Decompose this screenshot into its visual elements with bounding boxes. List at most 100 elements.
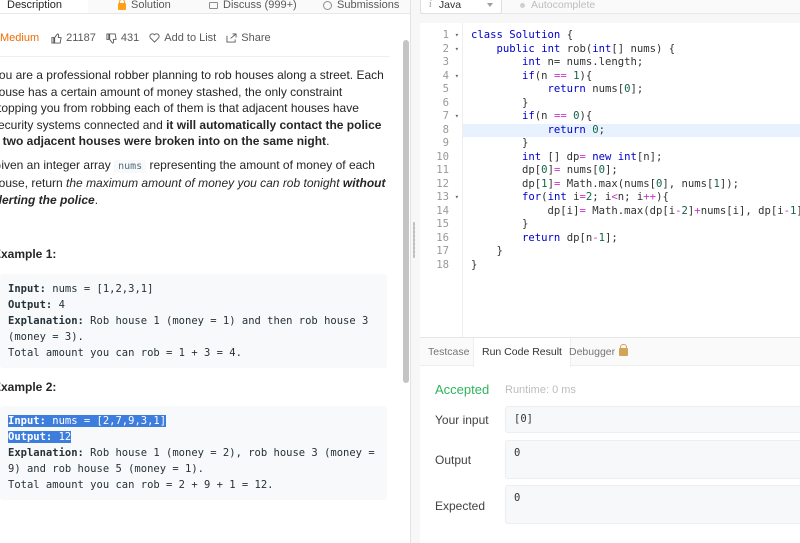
code-line[interactable]: for(int i=2; i<n; i++){ <box>471 191 800 205</box>
divider <box>0 56 389 57</box>
code-token: class <box>471 29 503 41</box>
code-token: == <box>553 110 567 122</box>
language-select[interactable]: i Java <box>420 0 502 14</box>
code-line[interactable]: } <box>471 218 800 232</box>
fold-arrow-icon[interactable]: ▾ <box>455 29 459 43</box>
code-token: for <box>522 191 542 203</box>
add-to-list-button[interactable]: Add to List <box>149 32 216 44</box>
explanation-total: Total amount you can rob = 1 + 3 = 4. <box>8 347 242 359</box>
tab-description[interactable]: Description <box>0 0 88 13</box>
line-number: 12 <box>436 177 449 190</box>
code-line[interactable]: dp[0]= nums[0]; <box>471 164 800 178</box>
tab-submissions[interactable]: Submissions <box>323 0 399 13</box>
like-count: 21187 <box>66 32 96 44</box>
code-token: nums[ <box>560 164 599 176</box>
code-line[interactable]: return dp[n-1]; <box>471 232 800 246</box>
line-number: 18 <box>436 258 449 271</box>
output-label: Output: <box>8 299 53 311</box>
code-token: dp[i] <box>471 204 580 217</box>
dislike-button[interactable]: 431 <box>106 32 139 44</box>
code-token: ]); <box>796 205 800 217</box>
code-token: [n]; <box>636 150 663 163</box>
tab-testcase[interactable]: Testcase <box>420 338 477 366</box>
tab-solution[interactable]: Solution <box>118 0 171 13</box>
line-number: 4 ▾ <box>442 69 459 84</box>
code-token: ; i <box>592 191 612 203</box>
fold-arrow-icon[interactable]: ▾ <box>455 43 459 57</box>
code-line[interactable]: } <box>471 137 800 151</box>
code-content[interactable]: class Solution { public int rob(int[] nu… <box>463 29 800 273</box>
code-line[interactable]: public int rob(int[] nums) { <box>471 43 800 57</box>
tab-run-code-result[interactable]: Run Code Result <box>473 338 571 367</box>
code-token: return <box>522 231 561 244</box>
code-token: } <box>471 218 529 230</box>
code-token: ){ <box>579 110 593 122</box>
code-editor[interactable]: 1 ▾ 2 ▾ 3 4 ▾ 5 6 7 ▾ 8 9 10 11 12 13 ▾ 14 15 16 17 18 class S… <box>420 23 800 337</box>
tab-debugger-label: Debugger <box>569 346 616 358</box>
chat-icon <box>209 1 218 9</box>
lock-icon <box>118 0 126 10</box>
panel-splitter[interactable] <box>411 0 420 543</box>
runtime-label: Runtime: 0 ms <box>505 384 576 396</box>
description-text: the maximum amount of money you can rob … <box>66 176 343 190</box>
line-number: 9 <box>442 137 449 149</box>
problem-panel: Description Solution Discuss (999+) Subm… <box>0 0 411 543</box>
code-token: n= nums.length; <box>541 56 644 68</box>
autocomplete-toggle[interactable]: Autocomplete <box>520 0 595 13</box>
scrollbar[interactable] <box>403 40 409 383</box>
code-line[interactable]: } <box>471 245 800 259</box>
code-line[interactable]: dp[1]= Math.max(nums[0], nums[1]); <box>471 178 800 192</box>
code-token: public <box>496 42 535 55</box>
code-line[interactable]: if(n == 1){ <box>471 70 800 84</box>
code-token: new <box>592 150 612 163</box>
code-line[interactable]: return nums[0]; <box>471 83 800 97</box>
fold-arrow-icon[interactable]: ▾ <box>455 110 459 124</box>
fold-arrow-icon[interactable]: ▾ <box>455 70 459 84</box>
code-token: { <box>560 29 574 41</box>
share-button[interactable]: Share <box>226 32 271 44</box>
code-line[interactable]: int [] dp= new int[n]; <box>471 151 800 165</box>
line-number: 10 <box>436 150 449 163</box>
your-input-label: Your input <box>435 413 489 427</box>
code-line[interactable]: if(n == 0){ <box>471 110 800 124</box>
fold-arrow-icon[interactable]: ▾ <box>455 191 459 205</box>
code-line[interactable]: } <box>471 97 800 111</box>
code-line[interactable]: class Solution { <box>471 29 800 43</box>
dislike-count: 431 <box>120 32 140 44</box>
expected-label: Expected <box>435 499 486 513</box>
code-token: nums[i], dp[i <box>700 204 784 217</box>
code-line[interactable]: dp[i]= Math.max(dp[i-2]+nums[i], dp[i-1]… <box>471 205 800 219</box>
thumbs-down-icon <box>106 32 117 44</box>
code-token: } <box>471 245 503 257</box>
autocomplete-label: Autocomplete <box>531 0 596 11</box>
code-line[interactable]: int n= nums.length; <box>471 56 800 70</box>
code-token: ]; <box>604 231 618 244</box>
code-token: Solution <box>509 29 561 41</box>
language-label: Java <box>438 0 462 11</box>
line-number: 16 <box>436 231 449 244</box>
code-token: Math.max(nums[ <box>560 177 657 190</box>
tab-discuss[interactable]: Discuss (999+) <box>209 0 297 13</box>
code-token: [] dp <box>541 150 580 163</box>
description-text: . <box>94 192 99 207</box>
code-token: return <box>547 123 586 136</box>
description-paragraph-2: Given an integer array nums representing… <box>0 157 388 209</box>
like-button[interactable]: 21187 <box>51 32 96 44</box>
output-value: 0 <box>505 440 800 479</box>
problem-meta: Medium 21187 431 Add to List Share <box>0 30 281 46</box>
code-token: ]; <box>630 83 644 95</box>
your-input-value: [0] <box>505 406 800 433</box>
code-line[interactable]: } <box>471 259 800 273</box>
tab-debugger[interactable]: Debugger <box>561 338 636 366</box>
example-2-box: Input: nums = [2,7,9,3,1] Output: 12 Exp… <box>0 406 387 500</box>
code-line[interactable]: return 0; <box>463 123 800 137</box>
code-token: ]; <box>605 164 618 176</box>
tab-discuss-label: Discuss (999+) <box>223 0 297 11</box>
clock-icon <box>323 0 332 10</box>
output-value: 12 <box>52 431 72 443</box>
drag-handle-icon[interactable] <box>413 222 415 258</box>
